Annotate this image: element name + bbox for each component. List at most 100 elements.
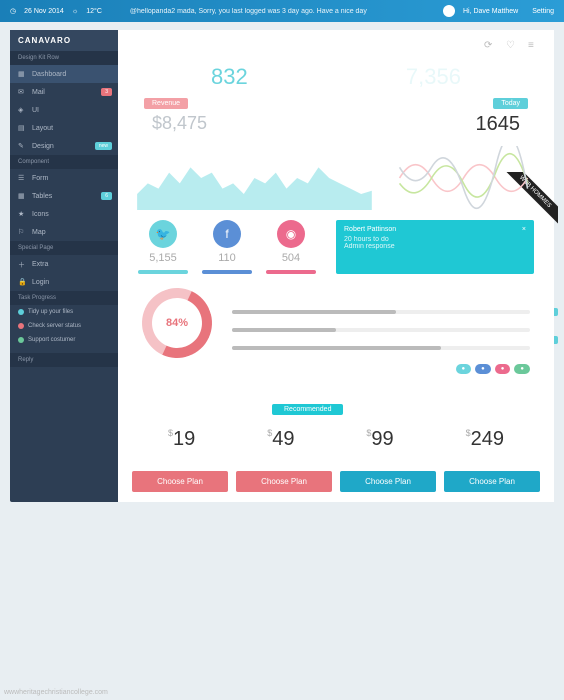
task-label: Check server status bbox=[28, 323, 81, 329]
settings-link[interactable]: Setting bbox=[532, 8, 554, 15]
sidebar-item-icons[interactable]: ★ Icons bbox=[10, 205, 118, 223]
menu-icon[interactable]: ≡ bbox=[528, 40, 540, 52]
choose-plan-button-1[interactable]: Choose Plan bbox=[236, 471, 332, 492]
price-1: $49 bbox=[267, 428, 294, 451]
sidebar: CANAVARO Design Kit Row ▦Dashboard ✉Mail… bbox=[10, 30, 118, 502]
social-bar bbox=[202, 270, 252, 274]
gauge: 84% bbox=[142, 288, 212, 358]
dribbble-icon: ◉ bbox=[277, 220, 305, 248]
sb-label: Extra bbox=[32, 261, 48, 268]
map-icon: ⚐ bbox=[18, 228, 26, 236]
tag-revenue: Revenue bbox=[144, 98, 188, 109]
progress-bar bbox=[232, 310, 530, 314]
topbar-date: 26 Nov 2014 bbox=[24, 8, 64, 15]
choose-plan-button-2[interactable]: Choose Plan bbox=[340, 471, 436, 492]
brand[interactable]: CANAVARO bbox=[10, 30, 118, 51]
sb-label: Login bbox=[32, 279, 49, 286]
sidebar-item-dashboard[interactable]: ▦Dashboard bbox=[10, 65, 118, 83]
choose-plan-button-0[interactable]: Choose Plan bbox=[132, 471, 228, 492]
twitter-icon: 🐦 bbox=[149, 220, 177, 248]
weather-icon: ☼ bbox=[72, 8, 78, 15]
area-chart bbox=[132, 146, 377, 210]
sb-label: Form bbox=[32, 175, 48, 182]
mail-icon: ✉ bbox=[18, 88, 26, 96]
tasks-title: Task Progress bbox=[10, 291, 118, 305]
badge: 3 bbox=[101, 88, 112, 96]
task-item[interactable]: Tidy up your filesdone bbox=[10, 305, 118, 319]
sb-label: Map bbox=[32, 229, 46, 236]
task-item[interactable]: Support costumer5 bbox=[10, 333, 118, 347]
star-icon: ★ bbox=[18, 210, 26, 218]
choose-plan-button-3[interactable]: Choose Plan bbox=[444, 471, 540, 492]
table-icon: ▦ bbox=[18, 192, 26, 200]
stat-value: 832 bbox=[211, 64, 248, 90]
dot-icon bbox=[18, 323, 24, 329]
progress-bar bbox=[232, 346, 530, 350]
price-0: $19 bbox=[168, 428, 195, 451]
social-facebook[interactable]: f 110 bbox=[202, 220, 252, 274]
price-value: 19 bbox=[173, 428, 195, 450]
sidebar-item-tables[interactable]: ▦Tables6 bbox=[10, 187, 118, 205]
wave-chart bbox=[387, 146, 540, 210]
sb-label: Icons bbox=[32, 211, 49, 218]
avatar[interactable] bbox=[443, 5, 455, 17]
stat-1: 7,356 bbox=[406, 64, 461, 90]
sidebar-item-map[interactable]: ⚐ Map bbox=[10, 223, 118, 241]
price-3: $249 bbox=[466, 428, 504, 451]
sb-section-2: Special Page bbox=[10, 241, 118, 255]
sidebar-item-mail[interactable]: ✉Mail3 bbox=[10, 83, 118, 101]
revenue-left: $8,475 bbox=[152, 113, 207, 136]
price-2: $99 bbox=[366, 428, 393, 451]
gauge-percent: 84% bbox=[166, 317, 188, 329]
sidebar-item-extra[interactable]: ＋ Extra bbox=[10, 255, 118, 273]
refresh-icon[interactable]: ⟳ bbox=[484, 40, 496, 52]
reply-label[interactable]: Reply bbox=[10, 353, 118, 367]
dot-icon bbox=[18, 309, 24, 315]
price-value: 49 bbox=[272, 428, 294, 450]
progress-list: ● ● ● ● bbox=[222, 288, 540, 382]
layout-icon: ▤ bbox=[18, 124, 26, 132]
recommended-badge: Recommended bbox=[272, 404, 343, 415]
task-label: Tidy up your files bbox=[28, 309, 73, 315]
pill-icon[interactable]: ● bbox=[514, 364, 530, 374]
revenue-right: 1645 bbox=[476, 113, 521, 136]
pricing-table: Recommended $19 $49 $99 $249 Choose Plan… bbox=[132, 398, 540, 492]
social-bar bbox=[266, 270, 316, 274]
topbar-user[interactable]: Hi, Dave Matthew bbox=[463, 8, 518, 15]
plus-icon: ＋ bbox=[18, 260, 26, 268]
social-value: 504 bbox=[266, 252, 316, 264]
sb-label: Layout bbox=[32, 125, 53, 132]
sidebar-item-design[interactable]: ✎Designnew bbox=[10, 137, 118, 155]
main-panel: ⟳ ♡ ≡ 832 7,356 Revenue Today $8,475 164… bbox=[118, 30, 554, 502]
pencil-icon: ✎ bbox=[18, 142, 26, 150]
sb-section-0: Design Kit Row bbox=[10, 51, 118, 65]
task-item[interactable]: Check server status bbox=[10, 319, 118, 333]
price-value: 249 bbox=[471, 428, 504, 450]
form-icon: ☰ bbox=[18, 174, 26, 182]
heart-icon[interactable]: ♡ bbox=[506, 40, 518, 52]
sidebar-item-layout[interactable]: ▤ Layout bbox=[10, 119, 118, 137]
pill-icon[interactable]: ● bbox=[495, 364, 511, 374]
badge: 6 bbox=[101, 192, 112, 200]
pill-icon[interactable]: ● bbox=[475, 364, 491, 374]
social-value: 110 bbox=[202, 252, 252, 264]
social-dribbble[interactable]: ◉ 504 bbox=[266, 220, 316, 274]
watermark: wwwheritagechristiancollege.com bbox=[4, 689, 108, 696]
date-icon: ◷ bbox=[10, 7, 16, 15]
facebook-icon: f bbox=[213, 220, 241, 248]
notif-line: 20 hours to do bbox=[344, 236, 526, 243]
sidebar-item-ui[interactable]: ◈UI bbox=[10, 101, 118, 119]
notif-title: Robert Pattinson bbox=[344, 226, 396, 233]
topbar: ◷ 26 Nov 2014 ☼ 12°C @hellopanda2 mada, … bbox=[0, 0, 564, 22]
stat-value: 7,356 bbox=[406, 64, 461, 90]
dot-icon bbox=[18, 337, 24, 343]
price-value: 99 bbox=[371, 428, 393, 450]
social-twitter[interactable]: 🐦 5,155 bbox=[138, 220, 188, 274]
task-label: Support costumer bbox=[28, 337, 75, 343]
social-value: 5,155 bbox=[138, 252, 188, 264]
sb-section-1: Component bbox=[10, 155, 118, 169]
pill-icon[interactable]: ● bbox=[456, 364, 472, 374]
progress-bar bbox=[232, 328, 530, 332]
sidebar-item-login[interactable]: 🔒Login bbox=[10, 273, 118, 291]
sidebar-item-form[interactable]: ☰ Form bbox=[10, 169, 118, 187]
